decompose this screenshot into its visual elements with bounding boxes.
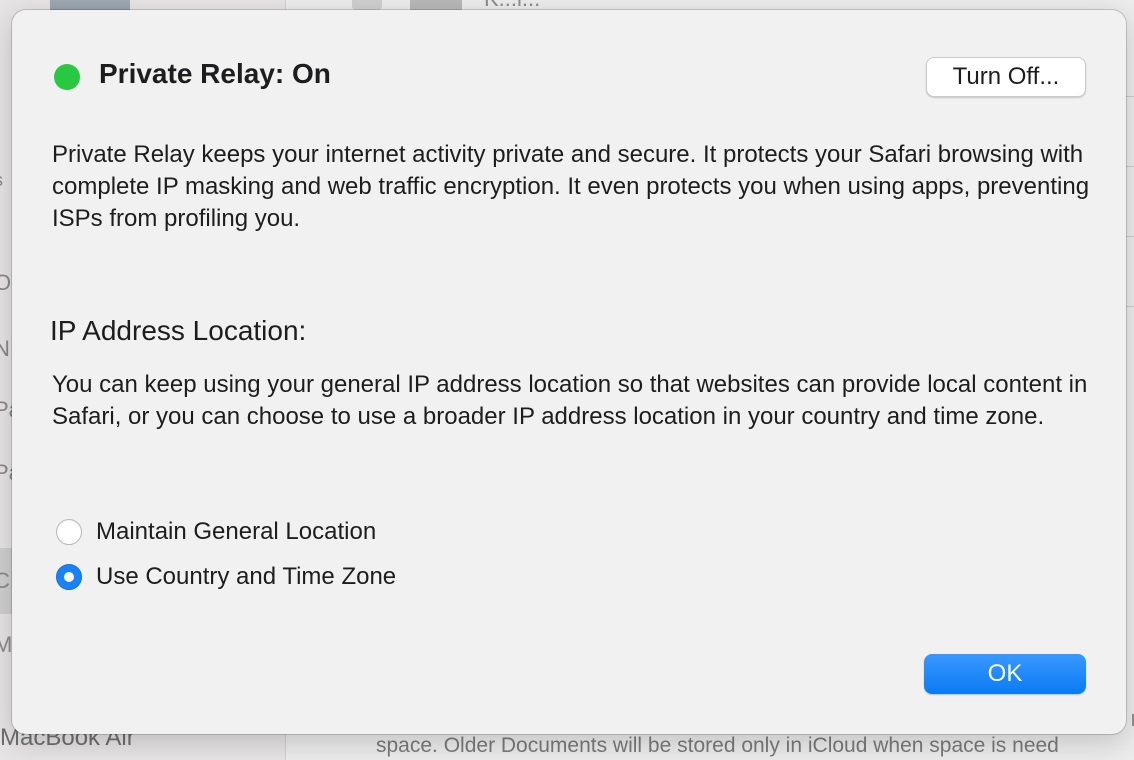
option-label: Use Country and Time Zone: [96, 563, 397, 590]
ok-button[interactable]: OK: [924, 654, 1086, 694]
sidebar-fragment: C: [0, 568, 10, 593]
sidebar-fragment: N: [0, 336, 10, 361]
ip-location-heading: IP Address Location:: [50, 315, 307, 346]
background-divider: [1126, 96, 1134, 97]
background-divider: [1126, 306, 1134, 307]
option-maintain-general-location[interactable]: Maintain General Location: [56, 517, 376, 547]
dialog-title: Private Relay: On: [99, 58, 331, 89]
background-toolbar-item: [352, 0, 382, 10]
radio-selected-dot: [64, 572, 74, 582]
option-label: Maintain General Location: [96, 518, 377, 545]
radio-button-selected[interactable]: [56, 564, 82, 590]
background-divider: [1126, 166, 1134, 167]
background-storage-text: space. Older Documents will be stored on…: [376, 734, 1059, 757]
status-indicator-icon: [54, 64, 80, 90]
relay-description: Private Relay keeps your internet activi…: [52, 141, 1090, 232]
option-use-country-and-time-zone[interactable]: Use Country and Time Zone: [56, 562, 396, 592]
sidebar-fragment: O: [0, 270, 12, 295]
turn-off-button[interactable]: Turn Off...: [926, 57, 1086, 97]
ip-location-description: You can keep using your general IP addre…: [52, 371, 1088, 430]
radio-button-unselected[interactable]: [56, 519, 82, 545]
sidebar-fragment: M: [0, 632, 13, 657]
background-divider: [1126, 236, 1134, 237]
private-relay-dialog: Private Relay: On Turn Off... Private Re…: [12, 10, 1126, 734]
sidebar-fragment: s: [0, 170, 3, 191]
